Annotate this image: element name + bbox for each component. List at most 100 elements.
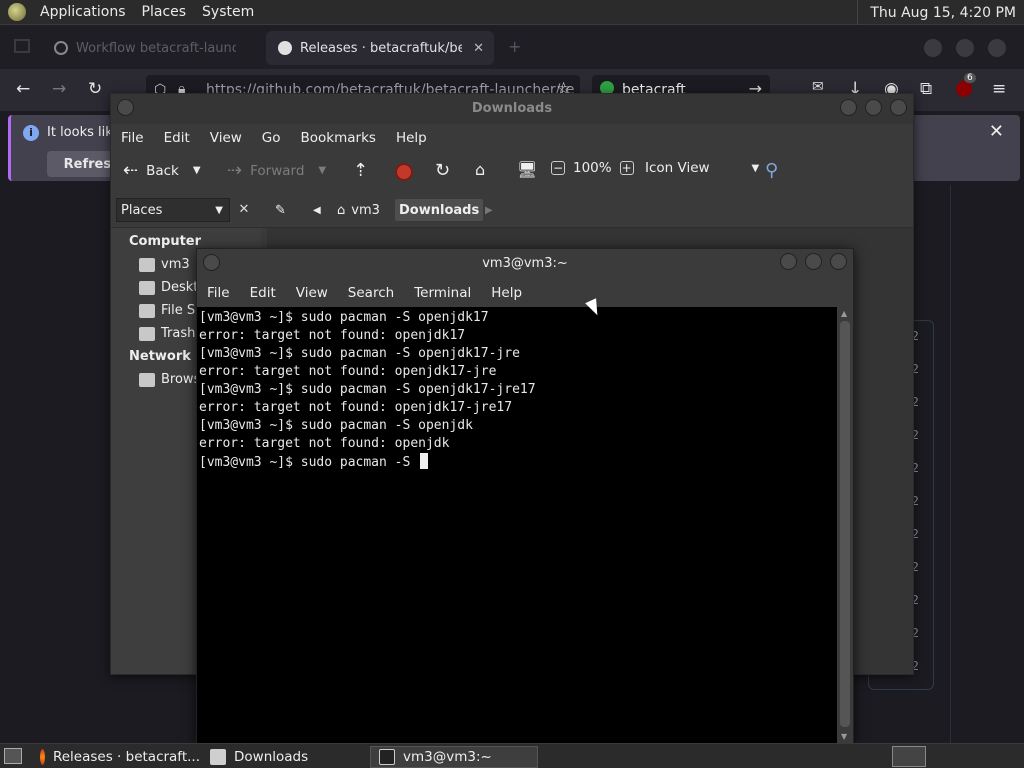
task-browser[interactable]: Releases · betacraft...	[32, 746, 200, 768]
fm-menu-edit[interactable]: Edit	[154, 130, 200, 146]
task-downloads[interactable]: Downloads	[202, 746, 368, 768]
terminal-line: [vm3@vm3 ~]$ sudo pacman -S openjdk17-jr…	[199, 382, 536, 397]
back-button[interactable]: ⇠ Back ▼	[123, 160, 201, 181]
view-mode-select[interactable]: Icon View ▼	[645, 160, 759, 176]
edit-location-icon[interactable]: ✎	[271, 199, 290, 221]
places-label: Places	[121, 202, 163, 218]
chevron-down-icon: ▼	[751, 162, 760, 174]
fm-menu-file[interactable]: File	[111, 130, 154, 146]
task-terminal-label: vm3@vm3:~	[403, 749, 492, 765]
tab-close-icon[interactable]: ✕	[473, 41, 484, 56]
trash-icon	[139, 326, 155, 341]
menu-applications[interactable]: Applications	[32, 4, 134, 20]
forward-label: Forward	[250, 162, 305, 179]
extensions-icon[interactable]: ⧉	[920, 79, 932, 99]
forward-arrow-icon[interactable]: →	[52, 79, 66, 99]
scroll-up-icon[interactable]: ▲	[841, 309, 847, 318]
minimize-icon[interactable]	[780, 253, 797, 270]
back-arrow-icon[interactable]: ←	[16, 79, 30, 99]
tab-overview-icon[interactable]	[14, 39, 30, 53]
fm-titlebar[interactable]: Downloads	[111, 94, 913, 124]
chevron-down-icon[interactable]: ▼	[318, 165, 326, 176]
term-menu-search[interactable]: Search	[338, 285, 404, 301]
reload-icon[interactable]: ↻	[435, 160, 450, 181]
sidebar-item-vm3[interactable]: vm3	[139, 257, 190, 272]
terminal-line: error: target not found: openjdk17-jre	[199, 364, 497, 379]
crumb-downloads[interactable]: Downloads	[395, 199, 484, 221]
maximize-icon[interactable]	[805, 253, 822, 270]
term-menu-help[interactable]: Help	[481, 285, 532, 301]
menu-places[interactable]: Places	[134, 4, 195, 20]
ublock-badge: 6	[964, 73, 976, 83]
workspace-switcher[interactable]	[892, 746, 926, 767]
terminal-cursor	[420, 453, 429, 469]
terminal-prompt-line: [vm3@vm3 ~]$ sudo pacman -S	[199, 453, 839, 472]
close-icon[interactable]	[890, 99, 907, 116]
scrollbar-thumb[interactable]	[840, 321, 850, 727]
chevron-left-icon[interactable]: ◀	[309, 199, 325, 221]
drive-icon	[139, 303, 155, 318]
sidebar-item-desktop[interactable]: Deskt	[139, 280, 198, 295]
computer-icon[interactable]: 🖥︎	[517, 160, 537, 179]
sidebar-item-label: Brows	[161, 372, 201, 387]
scroll-down-icon[interactable]: ▼	[841, 732, 847, 741]
close-icon[interactable]	[830, 253, 847, 270]
home-folder-icon[interactable]: ⌂	[475, 160, 485, 179]
close-icon[interactable]	[988, 39, 1006, 57]
browser-tabbar: Workflow betacraft-launcher - GitHub Rel…	[0, 25, 1024, 69]
close-sidebar-icon[interactable]: ✕	[233, 198, 255, 222]
fm-menu-view[interactable]: View	[200, 130, 252, 146]
tab-releases[interactable]: Releases · betacraftuk/betacraft ✕	[266, 31, 494, 65]
zoom-in-icon[interactable]: +	[619, 161, 634, 175]
terminal-window: vm3@vm3:~ File Edit View Search Terminal…	[196, 248, 854, 744]
terminal-line: [vm3@vm3 ~]$ sudo pacman -S openjdk17-jr…	[199, 346, 520, 361]
up-arrow-icon[interactable]: ⇡	[353, 160, 368, 181]
forward-button[interactable]: ⇢ Forward ▼	[227, 160, 326, 181]
sidebar-header-computer: Computer	[129, 234, 202, 249]
term-menu-edit[interactable]: Edit	[240, 285, 286, 301]
zoom-out-icon[interactable]: −	[551, 161, 565, 175]
sidebar-item-filesystem[interactable]: File S	[139, 303, 195, 318]
fm-menu-bookmarks[interactable]: Bookmarks	[291, 130, 386, 146]
show-desktop-icon[interactable]	[4, 748, 22, 764]
tab-workflow[interactable]: Workflow betacraft-launcher - GitHub	[44, 33, 244, 63]
home-folder-icon: ⌂	[337, 202, 346, 218]
top-panel: Applications Places System Thu Aug 15, 4…	[0, 0, 1024, 25]
page-divider	[950, 185, 951, 745]
info-icon: i	[23, 125, 39, 141]
terminal-icon	[379, 749, 395, 765]
crumb-vm3[interactable]: ⌂ vm3	[333, 199, 384, 221]
new-tab-icon[interactable]: +	[508, 37, 521, 56]
reload-icon[interactable]: ↻	[88, 79, 102, 99]
chevron-down-icon[interactable]: ▼	[193, 165, 201, 176]
search-icon[interactable]: ⚲	[765, 160, 778, 181]
firefox-icon	[40, 749, 45, 765]
term-menu-view[interactable]: View	[286, 285, 338, 301]
terminal-screen[interactable]: [vm3@vm3 ~]$ sudo pacman -S openjdk17 err…	[197, 307, 839, 743]
stop-icon[interactable]	[395, 163, 413, 181]
places-select[interactable]: Places ▼	[116, 198, 230, 222]
ublock-icon[interactable]	[956, 81, 972, 97]
terminal-menubar: File Edit View Search Terminal Help	[197, 279, 853, 307]
maximize-icon[interactable]	[956, 39, 974, 57]
fm-menu-help[interactable]: Help	[386, 130, 437, 146]
sidebar-item-browse-network[interactable]: Brows	[139, 372, 200, 387]
terminal-titlebar[interactable]: vm3@vm3:~	[197, 249, 853, 279]
minimize-icon[interactable]	[840, 99, 857, 116]
fm-menu-go[interactable]: Go	[252, 130, 291, 146]
task-terminal[interactable]: vm3@vm3:~	[370, 746, 538, 768]
minimize-icon[interactable]	[924, 39, 942, 57]
menu-system[interactable]: System	[194, 4, 262, 20]
sidebar-header-network: Network	[129, 349, 191, 364]
clock[interactable]: Thu Aug 15, 4:20 PM	[857, 0, 1024, 25]
term-menu-terminal[interactable]: Terminal	[404, 285, 481, 301]
sidebar-item-trash[interactable]: Trash	[139, 326, 195, 341]
term-menu-file[interactable]: File	[197, 285, 240, 301]
terminal-scrollbar[interactable]: ▲ ▼	[837, 307, 853, 743]
desktop-icon	[139, 280, 155, 295]
hamburger-menu-icon[interactable]: ≡	[992, 79, 1006, 99]
maximize-icon[interactable]	[865, 99, 882, 116]
infobar-close-icon[interactable]: ✕	[989, 121, 1004, 142]
distro-logo-icon[interactable]	[8, 3, 26, 21]
chevron-right-icon[interactable]: ▶	[481, 199, 497, 221]
